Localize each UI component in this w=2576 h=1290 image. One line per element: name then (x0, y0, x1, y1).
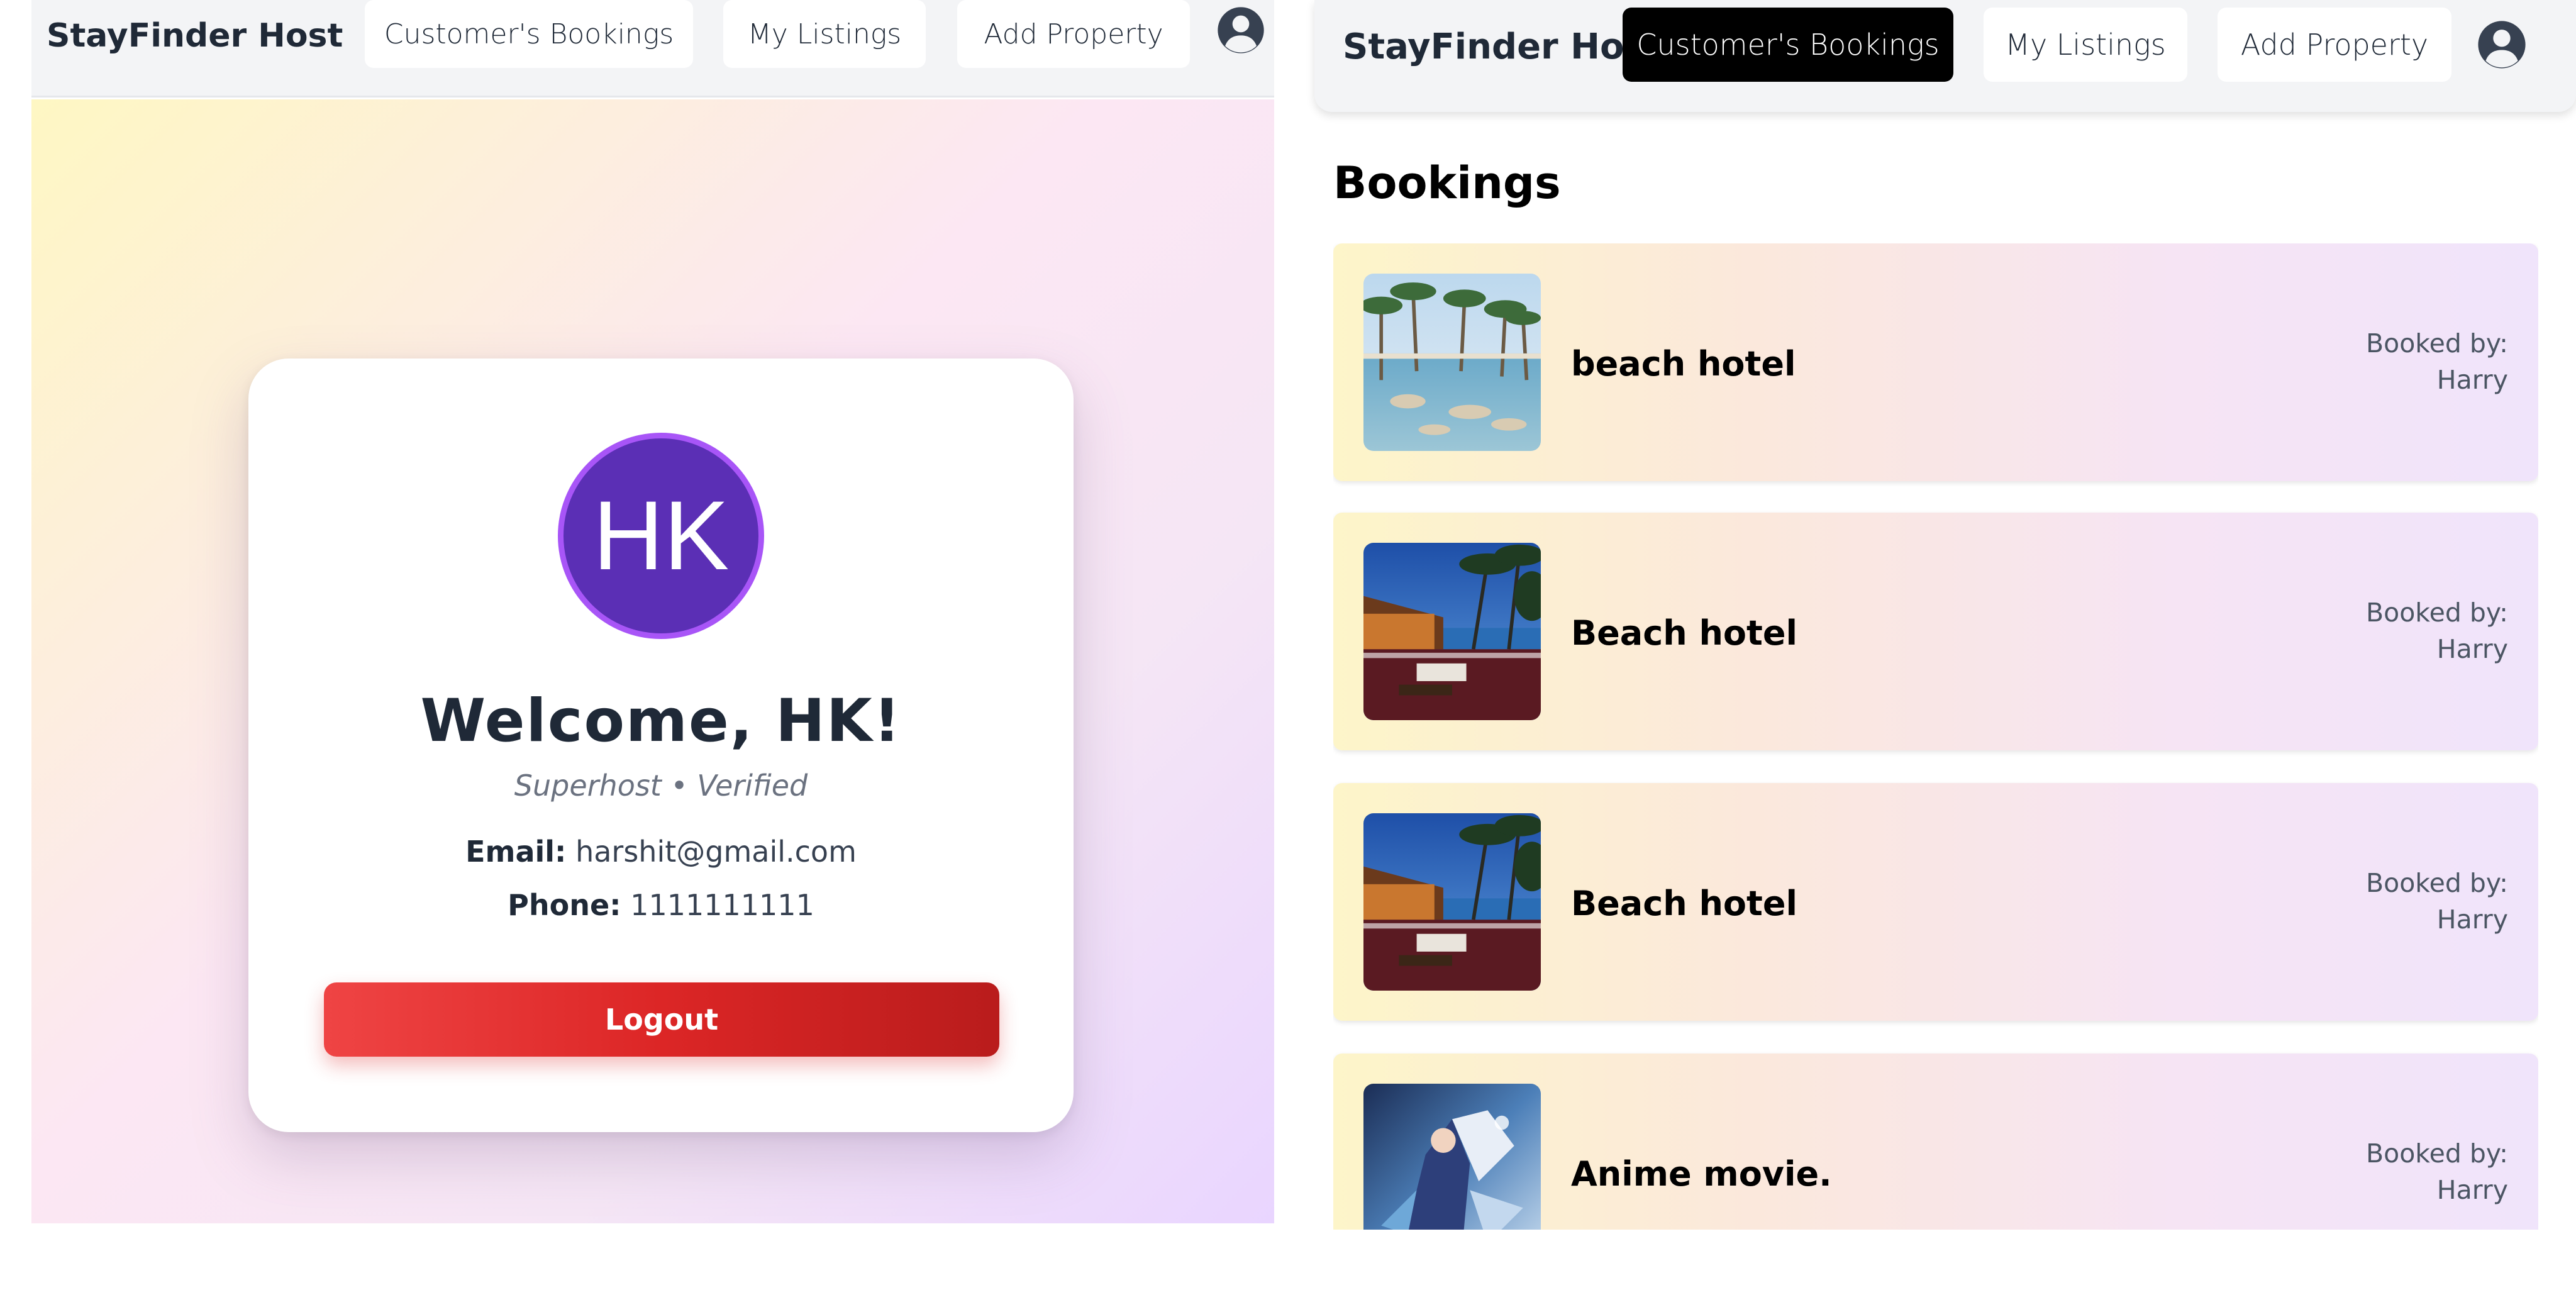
booked-by: Booked by: Harry (2366, 865, 2508, 938)
phone-info: Phone: 1111111111 (248, 888, 1074, 922)
host-status: Superhost • Verified (514, 769, 808, 803)
logout-button[interactable]: Logout (324, 982, 999, 1057)
brand-logo[interactable]: StayFinder Host (47, 16, 343, 55)
bookings-screen: StayFinder Host Customer's Bookings My L… (1314, 0, 2576, 1230)
listing-name: Anime movie. (1571, 1154, 1832, 1194)
booking-thumbnail (1363, 274, 1541, 451)
booking-thumbnail (1363, 543, 1541, 720)
nav-my-listings[interactable]: My Listings (723, 0, 926, 68)
profile-card: HK Welcome, HK! Superhost • Verified Ema… (248, 359, 1074, 1132)
phone-label: Phone: (508, 888, 621, 922)
welcome-heading: Welcome, HK! (420, 687, 902, 755)
beach-terrace-photo (1363, 813, 1541, 991)
nav-customers-bookings[interactable]: Customer's Bookings (365, 0, 693, 68)
booked-by: Booked by: Harry (2366, 594, 2508, 667)
listing-name: Beach hotel (1571, 613, 1797, 653)
booked-by-name: Harry (2436, 904, 2508, 935)
booked-by-label: Booked by: (2366, 328, 2508, 359)
brand-logo[interactable]: StayFinder Host (1343, 26, 1662, 68)
booked-by-label: Booked by: (2366, 868, 2508, 898)
top-navbar: StayFinder Host Customer's Bookings My L… (31, 0, 1274, 97)
beach-terrace-photo (1363, 543, 1541, 720)
booking-thumbnail (1363, 813, 1541, 991)
listing-name: Beach hotel (1571, 884, 1797, 923)
bookings-list[interactable]: beach hotel Booked by: Harry Beach hotel… (1333, 243, 2538, 1230)
profile-background: HK Welcome, HK! Superhost • Verified Ema… (31, 99, 1274, 1223)
booking-card[interactable]: Beach hotel Booked by: Harry (1333, 783, 2538, 1021)
booked-by: Booked by: Harry (2366, 325, 2508, 398)
page-title: Bookings (1333, 157, 1561, 209)
listing-name: beach hotel (1571, 344, 1796, 384)
booked-by-name: Harry (2436, 1175, 2508, 1205)
top-navbar: StayFinder Host Customer's Bookings My L… (1314, 0, 2576, 112)
booked-by-name: Harry (2436, 365, 2508, 395)
email-label: Email: (465, 835, 567, 869)
profile-screen: StayFinder Host Customer's Bookings My L… (31, 0, 1274, 1223)
anime-poster-photo (1363, 1084, 1541, 1230)
email-info: Email: harshit@gmail.com (248, 835, 1074, 869)
booking-card[interactable]: Beach hotel Booked by: Harry (1333, 513, 2538, 750)
booking-thumbnail (1363, 1084, 1541, 1230)
avatar: HK (558, 433, 764, 639)
booked-by-label: Booked by: (2366, 598, 2508, 628)
booked-by: Booked by: Harry (2366, 1135, 2508, 1208)
phone-value: 1111111111 (630, 888, 814, 922)
user-circle-icon[interactable] (1216, 5, 1266, 58)
booked-by-name: Harry (2436, 634, 2508, 664)
email-value: harshit@gmail.com (575, 835, 857, 869)
nav-add-property[interactable]: Add Property (957, 0, 1190, 68)
nav-add-property[interactable]: Add Property (2218, 8, 2451, 82)
booking-card[interactable]: beach hotel Booked by: Harry (1333, 243, 2538, 481)
nav-customers-bookings[interactable]: Customer's Bookings (1623, 8, 1953, 82)
booked-by-label: Booked by: (2366, 1138, 2508, 1169)
user-circle-icon[interactable] (2476, 19, 2528, 74)
resort-pool-photo (1363, 274, 1541, 451)
booking-card[interactable]: Anime movie. Booked by: Harry (1333, 1054, 2538, 1230)
nav-my-listings[interactable]: My Listings (1984, 8, 2187, 82)
